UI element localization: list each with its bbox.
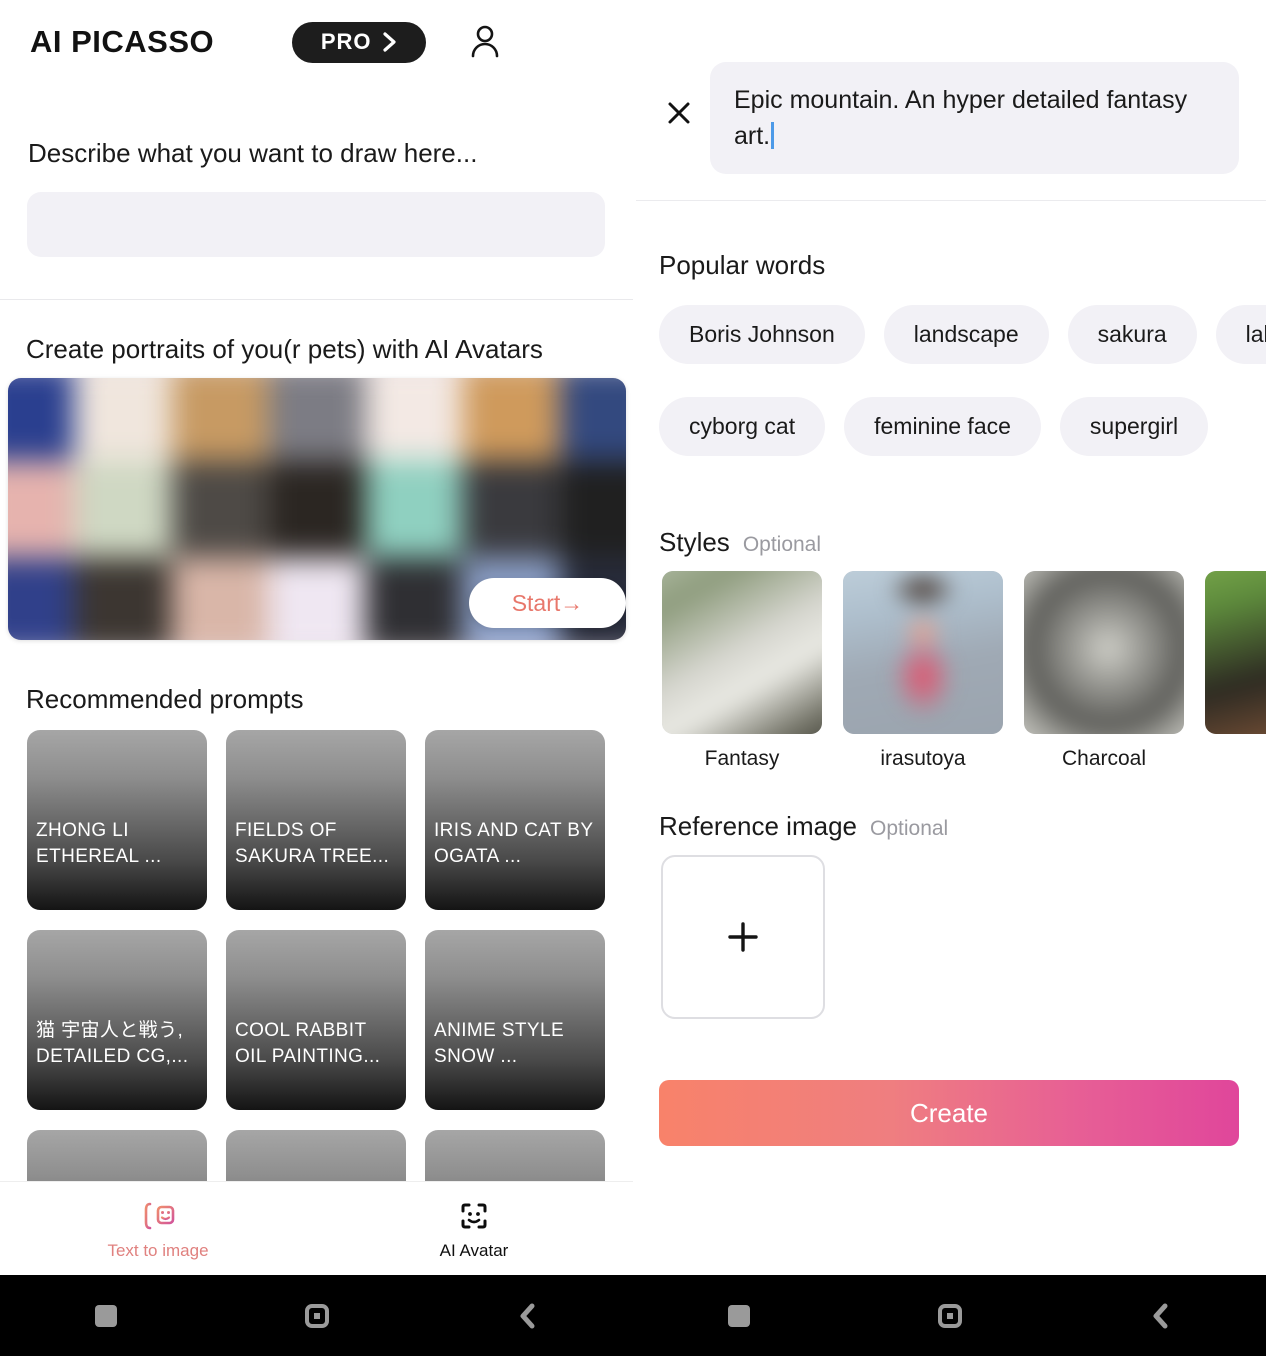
- home-icon: [937, 1303, 962, 1328]
- popular-word-chip[interactable]: lake: [1215, 305, 1266, 364]
- home-button[interactable]: [287, 1291, 347, 1341]
- popular-word-chip[interactable]: cyborg cat: [659, 397, 826, 456]
- android-nav-bar-right: [633, 1275, 1266, 1356]
- popular-words-title: Popular words: [659, 250, 826, 280]
- chip-label: supergirl: [1089, 413, 1179, 439]
- prompt-textarea[interactable]: Epic mountain. An hyper detailed fantasy…: [710, 62, 1239, 174]
- home-icon: [304, 1303, 329, 1328]
- chip-label: feminine face: [874, 413, 1011, 439]
- recents-button[interactable]: [709, 1291, 769, 1341]
- recents-icon: [94, 1304, 117, 1327]
- android-nav-bar-left: [0, 1275, 633, 1356]
- back-chevron-icon: [520, 1303, 534, 1328]
- prompt-card-label: FIELDS OF SAKURA TREE...: [235, 820, 390, 867]
- banner-start-button[interactable]: Start→: [469, 578, 626, 628]
- add-reference-image-button[interactable]: [661, 855, 825, 1019]
- home-button[interactable]: [920, 1291, 980, 1341]
- prompt-card-label: ANIME STYLE SNOW ...: [434, 1020, 565, 1067]
- popular-word-chip[interactable]: sakura: [1067, 305, 1197, 364]
- chip-label: sakura: [1097, 321, 1167, 347]
- reference-image-title: Reference image: [659, 811, 857, 841]
- prompt-card-label: COOL RABBIT OIL PAINTING...: [235, 1020, 381, 1067]
- style-label: irasutoya: [880, 747, 966, 770]
- style-option[interactable]: irasutoya: [843, 571, 1003, 771]
- recommended-prompts-title: Recommended prompts: [26, 684, 304, 714]
- describe-label: Describe what you want to draw here...: [28, 138, 478, 168]
- person-icon: [471, 25, 499, 58]
- popular-word-chip[interactable]: supergirl: [1059, 397, 1209, 456]
- account-icon[interactable]: [468, 25, 502, 59]
- reference-optional-label: Optional: [870, 817, 949, 840]
- face-scan-icon: [461, 1203, 487, 1228]
- create-button-label: Create: [909, 1097, 989, 1128]
- chip-label: lake: [1245, 321, 1266, 347]
- app-brand-logo: AI PICASSO: [30, 24, 215, 59]
- chevron-right-icon: [382, 32, 396, 52]
- ai-avatars-banner[interactable]: Start→: [8, 378, 626, 640]
- banner-start-label: Start→: [511, 589, 584, 616]
- prompt-card[interactable]: ZHONG LI ETHEREAL ...: [27, 730, 207, 910]
- tab-text-to-image[interactable]: Text to image: [0, 1197, 316, 1261]
- prompt-card[interactable]: COOL RABBIT OIL PAINTING...: [226, 930, 406, 1110]
- prompt-card-label: ZHONG LI ETHEREAL ...: [36, 820, 162, 867]
- pro-upgrade-button[interactable]: PRO: [292, 21, 427, 63]
- recents-icon: [727, 1304, 750, 1327]
- popular-words-row-2: cyborg cat feminine face supergirl: [659, 397, 1209, 456]
- back-chevron-icon: [1153, 1303, 1167, 1328]
- pro-badge-label: PRO: [320, 29, 372, 54]
- prompt-section-divider: [636, 200, 1266, 201]
- popular-words-row-1: Boris Johnson landscape sakura lake: [659, 305, 1266, 364]
- prompt-card[interactable]: 猫 宇宙人と戦う, DETAILED CG,...: [27, 930, 207, 1110]
- styles-header: Styles Optional: [659, 527, 821, 558]
- prompt-input[interactable]: [27, 192, 605, 257]
- popular-word-chip[interactable]: feminine face: [844, 397, 1041, 456]
- recents-button[interactable]: [76, 1291, 136, 1341]
- prompt-card[interactable]: ANIME STYLE SNOW ...: [425, 930, 605, 1110]
- right-panel-prompt-editor: Epic mountain. An hyper detailed fantasy…: [633, 0, 1266, 1356]
- styles-title: Styles: [659, 527, 730, 557]
- style-option[interactable]: Fantasy: [662, 571, 822, 771]
- section-divider: [0, 299, 633, 300]
- close-icon: [668, 102, 690, 124]
- style-thumbnail: [1205, 571, 1266, 734]
- back-button[interactable]: [1131, 1291, 1191, 1341]
- prompt-card-label: 猫 宇宙人と戦う, DETAILED CG,...: [36, 1020, 189, 1067]
- style-label: 3D: [1205, 747, 1266, 771]
- tab-ai-avatar-label: AI Avatar: [439, 1240, 509, 1260]
- style-option[interactable]: 3D: [1205, 571, 1266, 771]
- popular-word-chip[interactable]: landscape: [883, 305, 1049, 364]
- text-to-image-icon: [144, 1201, 175, 1230]
- style-thumbnail: [662, 571, 822, 734]
- popular-word-chip[interactable]: Boris Johnson: [659, 305, 865, 364]
- close-prompt-button[interactable]: [659, 93, 699, 133]
- create-button[interactable]: Create: [659, 1080, 1239, 1146]
- bottom-tab-bar: Text to image AI Avatar: [0, 1181, 633, 1275]
- style-label: Fantasy: [704, 747, 780, 770]
- styles-carousel[interactable]: Fantasy irasutoya Charcoal 3D: [662, 571, 1266, 771]
- left-panel-text-to-image: AI PICASSO PRO Describe what you want to…: [0, 0, 633, 1356]
- chip-label: Boris Johnson: [689, 321, 835, 347]
- tab-text-to-image-label: Text to image: [107, 1240, 209, 1260]
- app-header: AI PICASSO PRO: [0, 16, 633, 68]
- chip-label: landscape: [913, 321, 1019, 347]
- chip-label: cyborg cat: [689, 413, 796, 439]
- styles-optional-label: Optional: [742, 533, 822, 556]
- tab-ai-avatar[interactable]: AI Avatar: [316, 1197, 632, 1261]
- prompt-card-label: IRIS AND CAT BY OGATA ...: [434, 820, 594, 867]
- prompt-card[interactable]: IRIS AND CAT BY OGATA ...: [425, 730, 605, 910]
- plus-icon: [728, 922, 758, 952]
- style-thumbnail: [843, 571, 1003, 734]
- app-screen: AI PICASSO PRO Describe what you want to…: [0, 0, 1266, 1356]
- style-thumbnail: [1024, 571, 1184, 734]
- back-button[interactable]: [498, 1291, 558, 1341]
- prompt-card[interactable]: FIELDS OF SAKURA TREE...: [226, 730, 406, 910]
- avatars-banner-title: Create portraits of you(r pets) with AI …: [26, 334, 543, 364]
- reference-image-header: Reference image Optional: [659, 811, 948, 842]
- style-label: Charcoal: [1061, 747, 1147, 770]
- text-caret: [771, 122, 775, 149]
- style-option[interactable]: Charcoal: [1024, 571, 1184, 771]
- prompt-text: Epic mountain. An hyper detailed fantasy…: [734, 86, 1188, 150]
